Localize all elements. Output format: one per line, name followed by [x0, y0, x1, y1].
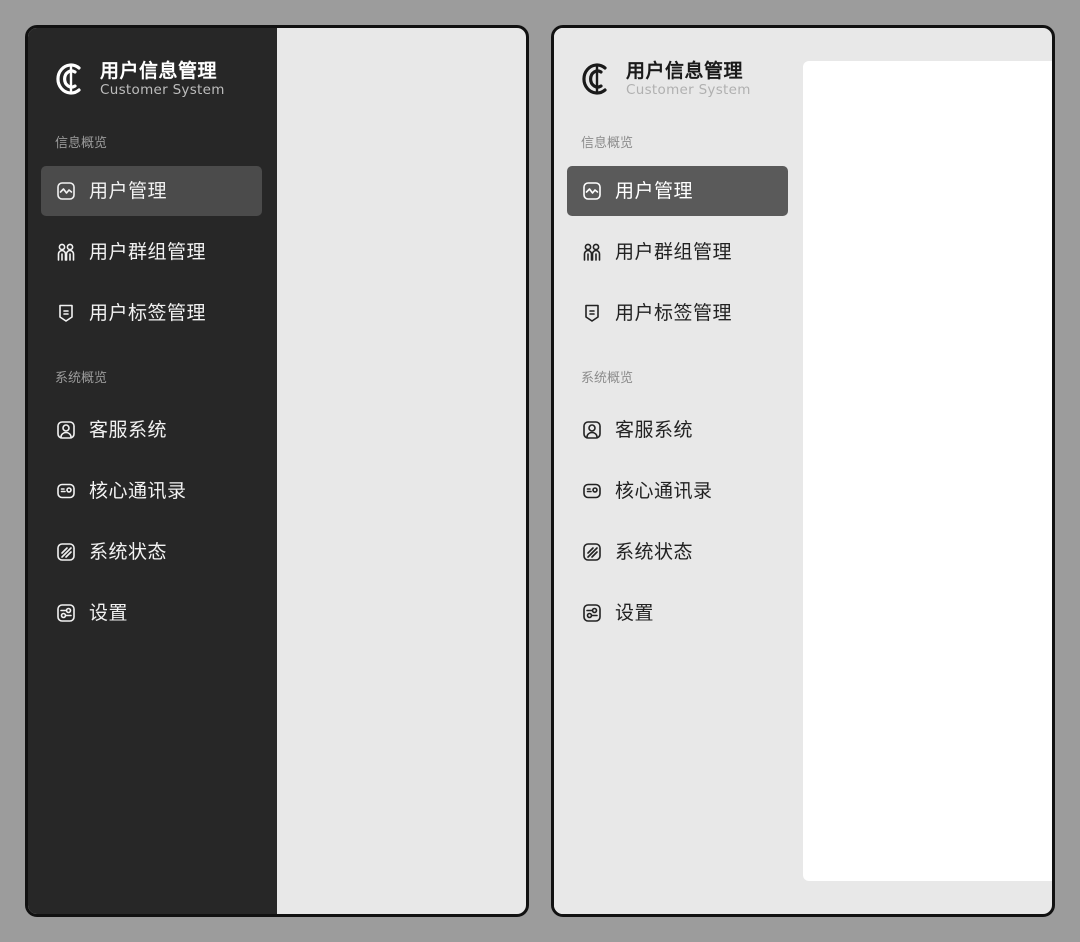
- nav-item-label: 用户管理: [89, 180, 168, 202]
- sidebar: 用户信息管理 Customer System 信息概览 用户管理 用户群组管理 …: [554, 28, 803, 914]
- logo-icon: [581, 59, 613, 99]
- users-icon: [56, 242, 76, 262]
- nav-item-label: 用户标签管理: [615, 302, 733, 324]
- person-icon: [56, 420, 76, 440]
- nav-item-label: 用户标签管理: [89, 302, 207, 324]
- users-icon: [582, 242, 602, 262]
- app-subtitle: Customer System: [626, 81, 751, 98]
- nav-item-user-management[interactable]: 用户管理: [567, 166, 788, 216]
- nav-item-settings[interactable]: 设置: [567, 588, 788, 638]
- logo-icon: [55, 59, 87, 99]
- nav-item-label: 用户群组管理: [89, 241, 207, 263]
- nav-item-label: 设置: [89, 602, 129, 624]
- light-theme-panel: 用户信息管理 Customer System 信息概览 用户管理 用户群组管理 …: [551, 25, 1055, 917]
- content-card: [803, 61, 1052, 881]
- contact-card-icon: [582, 481, 602, 501]
- nav-item-label: 客服系统: [615, 419, 694, 441]
- nav-item-label: 系统状态: [89, 541, 168, 563]
- nav-item-user-tags[interactable]: 用户标签管理: [41, 288, 262, 338]
- section-label-info-overview: 信息概览: [55, 136, 108, 151]
- app-title: 用户信息管理: [100, 59, 218, 82]
- activity-icon: [56, 181, 76, 201]
- tag-icon: [56, 303, 76, 323]
- nav-item-label: 设置: [615, 602, 655, 624]
- status-icon: [582, 542, 602, 562]
- nav-item-user-management[interactable]: 用户管理: [41, 166, 262, 216]
- contact-card-icon: [56, 481, 76, 501]
- brand: 用户信息管理 Customer System: [581, 58, 751, 100]
- settings-icon: [582, 603, 602, 623]
- nav-item-label: 用户群组管理: [615, 241, 733, 263]
- person-icon: [582, 420, 602, 440]
- nav-item-core-contacts[interactable]: 核心通讯录: [567, 466, 788, 516]
- section-label-system-overview: 系统概览: [581, 371, 634, 386]
- nav-item-system-status[interactable]: 系统状态: [41, 527, 262, 577]
- dark-theme-panel: 用户信息管理 Customer System 信息概览 用户管理 用户群组管理 …: [25, 25, 529, 917]
- tag-icon: [582, 303, 602, 323]
- activity-icon: [582, 181, 602, 201]
- nav-item-label: 核心通讯录: [615, 480, 713, 502]
- section-label-info-overview: 信息概览: [581, 136, 634, 151]
- settings-icon: [56, 603, 76, 623]
- status-icon: [56, 542, 76, 562]
- nav-item-core-contacts[interactable]: 核心通讯录: [41, 466, 262, 516]
- app-subtitle: Customer System: [100, 81, 225, 98]
- nav-item-user-groups[interactable]: 用户群组管理: [41, 227, 262, 277]
- nav-item-label: 核心通讯录: [89, 480, 187, 502]
- nav-item-settings[interactable]: 设置: [41, 588, 262, 638]
- nav-item-user-groups[interactable]: 用户群组管理: [567, 227, 788, 277]
- brand: 用户信息管理 Customer System: [55, 58, 225, 100]
- app-title: 用户信息管理: [626, 59, 744, 82]
- nav-item-label: 客服系统: [89, 419, 168, 441]
- nav-item-customer-service[interactable]: 客服系统: [567, 405, 788, 455]
- sidebar: 用户信息管理 Customer System 信息概览 用户管理 用户群组管理 …: [28, 28, 277, 914]
- nav-item-customer-service[interactable]: 客服系统: [41, 405, 262, 455]
- nav-item-user-tags[interactable]: 用户标签管理: [567, 288, 788, 338]
- nav-item-system-status[interactable]: 系统状态: [567, 527, 788, 577]
- section-label-system-overview: 系统概览: [55, 371, 108, 386]
- nav-item-label: 系统状态: [615, 541, 694, 563]
- nav-item-label: 用户管理: [615, 180, 694, 202]
